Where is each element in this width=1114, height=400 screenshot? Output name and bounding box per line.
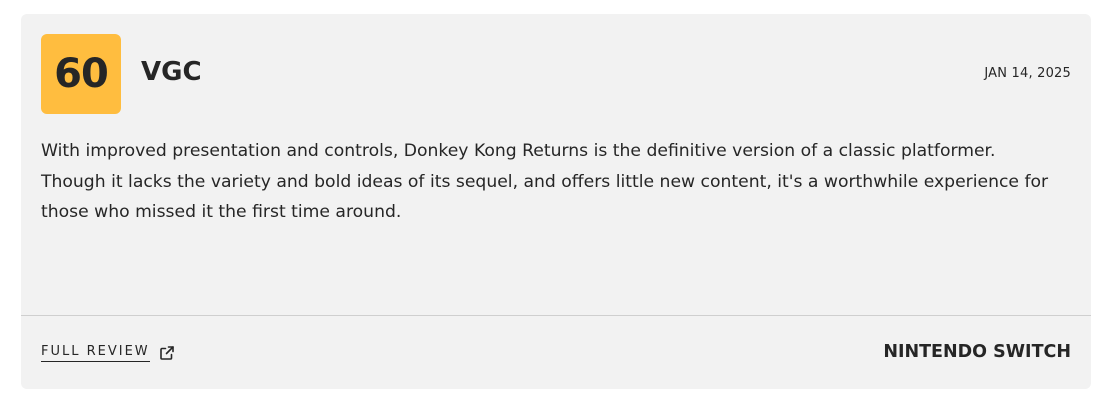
divider xyxy=(21,315,1091,316)
review-quote: With improved presentation and controls,… xyxy=(41,141,1049,222)
full-review-label: FULL REVIEW xyxy=(41,344,150,362)
platform-label: NINTENDO SWITCH xyxy=(883,342,1071,362)
full-review-link[interactable]: FULL REVIEW xyxy=(41,344,175,362)
critic-review-card: 60 VGC JAN 14, 2025 With improved presen… xyxy=(21,14,1091,389)
external-link-icon xyxy=(159,345,175,361)
publication-name[interactable]: VGC xyxy=(141,54,202,90)
score-badge: 60 xyxy=(41,34,121,114)
review-date: JAN 14, 2025 xyxy=(984,66,1071,81)
